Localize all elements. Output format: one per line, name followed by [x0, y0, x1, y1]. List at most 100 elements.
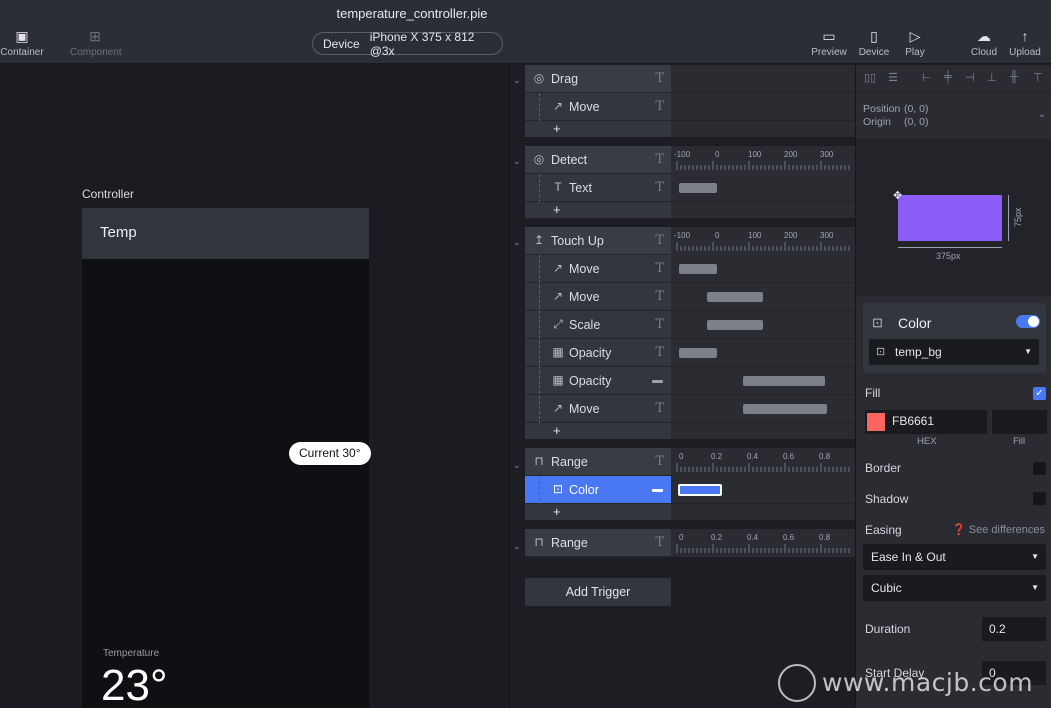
add-trigger-button[interactable]: Add Trigger: [525, 578, 671, 606]
container-tool[interactable]: ▣ Container: [0, 28, 47, 58]
design-canvas[interactable]: Controller Temp Current 30° Temperature …: [0, 65, 509, 708]
preview-button[interactable]: ▭ Preview: [804, 28, 854, 58]
text-type-icon[interactable]: T: [655, 317, 664, 332]
see-differences-link[interactable]: ❓ See differences: [952, 523, 1045, 536]
collapse-chevron-icon[interactable]: ⌄: [513, 541, 521, 552]
collapse-dash-icon[interactable]: [652, 489, 663, 492]
action-opacity[interactable]: ▦ Opacity T: [525, 339, 671, 367]
plus-icon: +: [553, 423, 561, 438]
animation-bar[interactable]: [707, 320, 763, 330]
trigger-drag[interactable]: ◎ Drag T: [525, 65, 671, 93]
action-move[interactable]: ↗ Move T: [525, 255, 671, 283]
animation-bar[interactable]: [679, 264, 717, 274]
animation-bar[interactable]: [707, 292, 763, 302]
text-type-icon[interactable]: T: [655, 345, 664, 360]
text-type-icon[interactable]: T: [655, 233, 664, 248]
target-layer-select[interactable]: ⊡ temp_bg ▼: [869, 339, 1039, 365]
animation-bar[interactable]: [678, 484, 722, 496]
trigger-label: Drag: [551, 72, 579, 86]
trigger-detect[interactable]: ◎ Detect T: [525, 146, 671, 174]
collapse-chevron-icon[interactable]: ⌄: [513, 156, 521, 167]
action-text[interactable]: T Text T: [525, 174, 671, 202]
text-type-icon[interactable]: T: [655, 180, 664, 195]
trigger-range[interactable]: ⊓ Range T: [525, 529, 671, 557]
trigger-touch-up[interactable]: ↥ Touch Up T: [525, 227, 671, 255]
action-label: Opacity: [569, 346, 612, 360]
action-color[interactable]: ⊡ Color: [525, 476, 671, 504]
curve-select[interactable]: Cubic ▼: [863, 575, 1046, 601]
border-checkbox[interactable]: [1033, 462, 1046, 475]
distribute-vertical-icon[interactable]: ☰: [888, 71, 898, 84]
timeline-panel: -100 0 100 200 300 -100 0 100 200 300 0 0.2 0.4 0.6 0.…: [671, 65, 855, 708]
align-right-icon[interactable]: ⊣: [965, 71, 975, 84]
add-action-button[interactable]: +: [525, 202, 671, 218]
chevron-down-icon[interactable]: ⌄: [1038, 109, 1046, 120]
collapse-dash-icon[interactable]: [652, 380, 663, 383]
text-type-icon[interactable]: T: [655, 454, 664, 469]
collapse-chevron-icon[interactable]: ⌄: [513, 75, 521, 86]
add-action-button[interactable]: +: [525, 423, 671, 439]
align-center-icon[interactable]: ╪: [944, 71, 952, 83]
watermark: www.macjb.com: [822, 668, 1034, 697]
current-temp-pill[interactable]: Current 30°: [289, 442, 371, 465]
fill-label: Fill: [865, 386, 881, 400]
timeline-add-row: [671, 202, 855, 218]
header-layer[interactable]: Temp: [82, 208, 369, 259]
text-type-icon[interactable]: T: [655, 71, 664, 86]
add-action-button[interactable]: +: [525, 121, 671, 137]
text-type-icon[interactable]: T: [655, 535, 664, 550]
add-action-button[interactable]: +: [525, 504, 671, 520]
easing-select[interactable]: Ease In & Out ▼: [863, 544, 1046, 570]
text-type-icon[interactable]: T: [655, 401, 664, 416]
ruler-tick-label: -100: [674, 231, 691, 240]
animation-bar[interactable]: [679, 183, 717, 193]
component-tool[interactable]: ⊞ Component: [70, 28, 122, 58]
action-label: Color: [569, 483, 599, 497]
distribute-horizontal-icon[interactable]: ▯▯: [864, 71, 876, 84]
text-type-icon[interactable]: T: [655, 289, 664, 304]
animation-bar[interactable]: [679, 348, 717, 358]
tree-connector: [539, 255, 540, 429]
top-toolbar: temperature_controller.pie ▣ Container ⊞…: [0, 0, 1051, 64]
fill-opacity-field[interactable]: [992, 410, 1047, 434]
animation-bar[interactable]: [743, 404, 827, 414]
height-dimension-line: [1008, 195, 1009, 241]
align-left-icon[interactable]: ⊢: [922, 71, 932, 84]
text-type-icon[interactable]: T: [655, 99, 664, 114]
ruler-tick-label: -100: [674, 150, 691, 159]
move-icon: ↗: [552, 401, 564, 415]
trigger-range[interactable]: ⊓ Range T: [525, 448, 671, 476]
shadow-checkbox[interactable]: [1033, 492, 1046, 505]
caret-down-icon: ▼: [1031, 552, 1039, 561]
timeline-row: [671, 283, 855, 311]
action-move[interactable]: ↗ Move T: [525, 395, 671, 423]
color-enabled-toggle[interactable]: [1016, 315, 1040, 328]
device-selector[interactable]: Device iPhone X 375 x 812 @3x: [312, 30, 503, 58]
text-type-icon[interactable]: T: [655, 152, 664, 167]
play-button[interactable]: ▷ Play: [890, 28, 940, 58]
origin-marker-icon[interactable]: ✥: [893, 189, 902, 202]
trigger-label: Range: [551, 536, 588, 550]
duration-input[interactable]: 0.2: [982, 617, 1046, 641]
upload-button[interactable]: ↑ Upload: [1000, 28, 1050, 58]
collapse-chevron-icon[interactable]: ⌄: [513, 460, 521, 471]
collapse-chevron-icon[interactable]: ⌄: [513, 237, 521, 248]
align-bottom-icon[interactable]: ⊥: [987, 71, 997, 84]
range-icon: ⊓: [534, 454, 544, 468]
action-move[interactable]: ↗ Move T: [525, 93, 671, 121]
hex-field[interactable]: FB6661: [865, 410, 987, 434]
animation-bar[interactable]: [743, 376, 825, 386]
layer-shape[interactable]: [898, 195, 1002, 241]
action-scale[interactable]: ⤢ Scale T: [525, 311, 671, 339]
align-middle-icon[interactable]: ╫: [1010, 71, 1018, 83]
shadow-label: Shadow: [865, 492, 909, 506]
play-icon: ▷: [909, 28, 921, 44]
color-swatch[interactable]: [867, 413, 885, 431]
align-top-icon[interactable]: ⊤: [1033, 71, 1043, 84]
text-type-icon[interactable]: T: [655, 261, 664, 276]
action-opacity[interactable]: ▦ Opacity: [525, 367, 671, 395]
action-move[interactable]: ↗ Move T: [525, 283, 671, 311]
width-dimension-label: 375px: [936, 251, 961, 261]
fill-checkbox[interactable]: ✓: [1033, 387, 1046, 400]
caret-down-icon: ▼: [1031, 583, 1039, 592]
